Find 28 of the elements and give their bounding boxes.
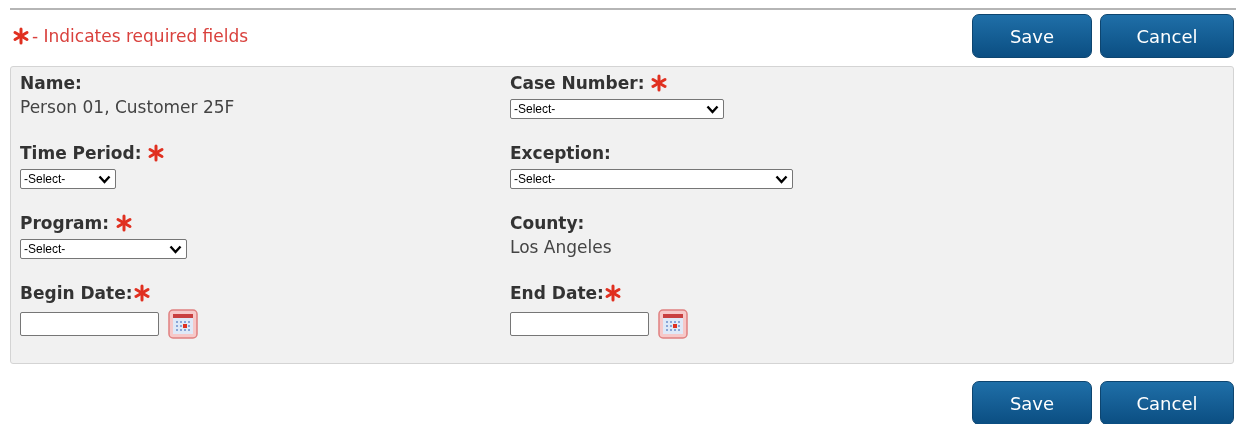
chevron-down-icon (706, 104, 719, 114)
required-fields-note: - Indicates required fields (32, 26, 249, 46)
select-dropdown[interactable]: -Select- (20, 169, 116, 189)
field-label: Begin Date: (20, 283, 133, 303)
cancel-button[interactable]: Cancel (1100, 14, 1234, 58)
select-dropdown[interactable]: -Select- (510, 169, 793, 189)
field-label: County: (510, 213, 585, 233)
field-label: Case Number: (510, 73, 645, 93)
required-asterisk-icon (12, 27, 30, 45)
field-value: Los Angeles (510, 237, 613, 257)
save-button[interactable]: Save (972, 381, 1092, 424)
calendar-icon[interactable] (658, 309, 688, 339)
chevron-down-icon (169, 244, 182, 254)
field-label: Time Period: (20, 143, 142, 163)
date-input[interactable] (20, 312, 159, 336)
chevron-down-icon (98, 174, 111, 184)
field-label: Program: (20, 213, 110, 233)
select-dropdown[interactable]: -Select- (20, 239, 187, 259)
chevron-down-icon (775, 174, 788, 184)
field-label: Name: (20, 73, 82, 93)
save-button[interactable]: Save (972, 14, 1092, 58)
date-input[interactable] (510, 312, 649, 336)
field-label: End Date: (510, 283, 604, 303)
calendar-icon[interactable] (168, 309, 198, 339)
field-label: Exception: (510, 143, 611, 163)
field-value: Person 01, Customer 25F (20, 97, 236, 117)
select-dropdown[interactable]: -Select- (510, 99, 724, 119)
cancel-button[interactable]: Cancel (1100, 381, 1234, 424)
